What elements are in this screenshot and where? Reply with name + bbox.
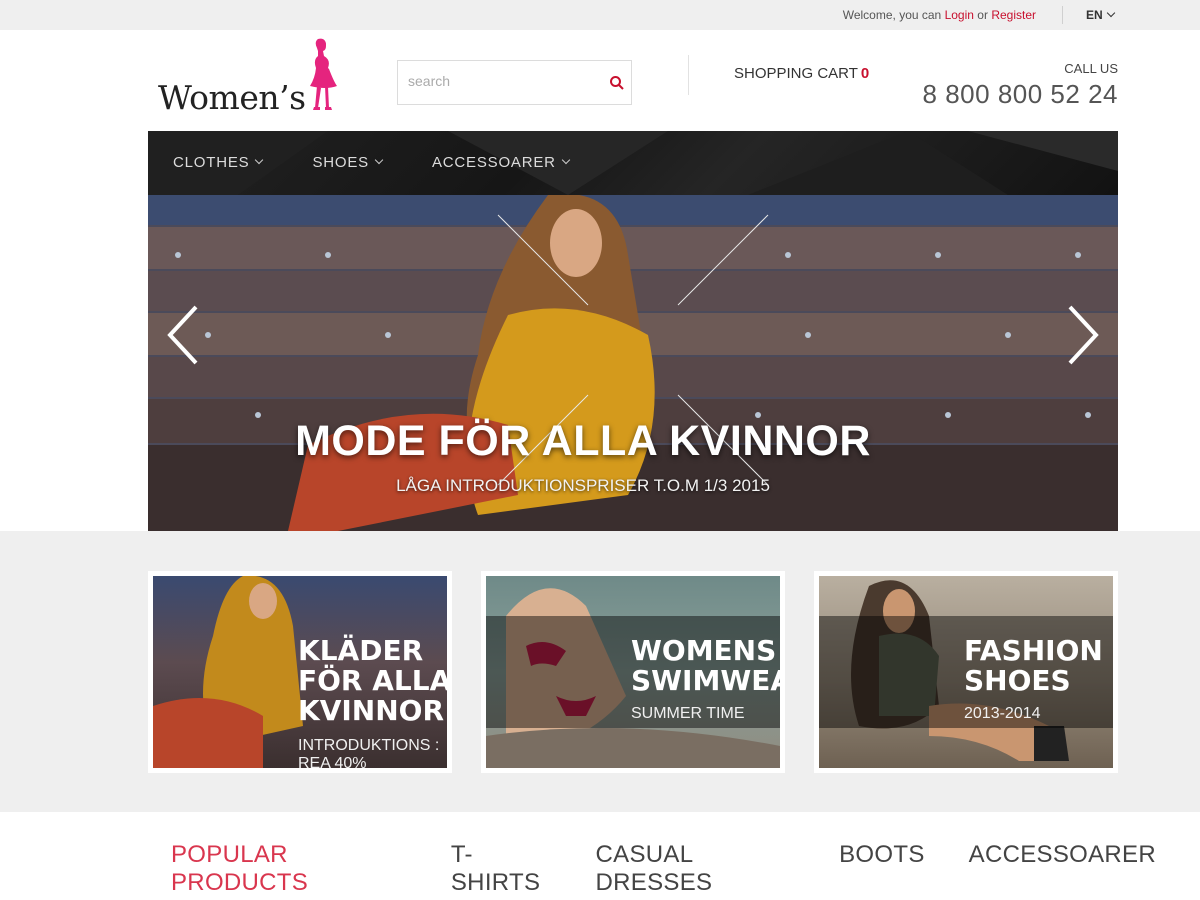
nav-menu: CLOTHES SHOES ACCESSOARER (173, 154, 619, 171)
promo-tag: 2013-2014 (964, 705, 1041, 722)
nav-item-accessoarer[interactable]: ACCESSOARER (431, 154, 571, 171)
hero-prev-button[interactable] (166, 305, 206, 365)
tab-t-shirts[interactable]: T-SHIRTS (451, 841, 552, 897)
welcome-text: Welcome, you can (842, 8, 942, 22)
nav-item-clothes[interactable]: CLOTHES (173, 154, 264, 171)
main-navigation: CLOTHES SHOES ACCESSOARER (148, 131, 1118, 195)
promo-card-clothes[interactable]: KLÄDER FÖR ALLA KVINNOR INTRODUKTIONS : … (148, 571, 452, 773)
promo-image: FASHION SHOES 2013-2014 (819, 576, 1113, 768)
nav-item-shoes[interactable]: SHOES (312, 154, 384, 171)
hero-slider: MODE FÖR ALLA KVINNOR LÅGA INTRODUKTIONS… (148, 195, 1118, 531)
chevron-down-icon (1106, 8, 1115, 18)
language-label: EN (1086, 8, 1103, 22)
search-box (397, 60, 632, 105)
promo-card-swimwear[interactable]: WOMENS SWIMWEAR SUMMER TIME (481, 571, 785, 773)
tab-boots[interactable]: BOOTS (839, 841, 925, 897)
promo-title: KLÄDER FÖR ALLA KVINNOR (298, 634, 447, 727)
hero-subtitle: LÅGA INTRODUKTIONSPRISER T.O.M 1/3 2015 (396, 476, 770, 495)
hero-title: MODE FÖR ALLA KVINNOR (295, 417, 871, 465)
tab-popular-products[interactable]: POPULAR PRODUCTS (171, 841, 407, 897)
cart-label: SHOPPING CART (734, 65, 858, 82)
phone-number: 8 800 800 52 24 (922, 79, 1118, 109)
register-link[interactable]: Register (991, 8, 1036, 22)
promo-image: WOMENS SWIMWEAR SUMMER TIME (486, 576, 780, 768)
nav-item-label: CLOTHES (173, 154, 250, 171)
search-input[interactable] (408, 73, 598, 89)
login-link[interactable]: Login (945, 8, 974, 22)
promo-card-shoes[interactable]: FASHION SHOES 2013-2014 (814, 571, 1118, 773)
woman-silhouette-icon (310, 38, 337, 110)
chevron-down-icon (255, 155, 264, 164)
site-logo[interactable]: Women’s (158, 38, 343, 117)
chevron-down-icon (374, 155, 384, 164)
call-us-label: CALL US (1064, 61, 1118, 76)
product-tabs: POPULAR PRODUCTS T-SHIRTS CASUAL DRESSES… (171, 841, 1200, 897)
logo-text: Women’s (158, 78, 306, 117)
chevron-right-icon (1068, 305, 1099, 365)
tab-casual-dresses[interactable]: CASUAL DRESSES (596, 841, 796, 897)
promo-tag: INTRODUKTIONS : REA 40% (298, 737, 440, 768)
language-selector[interactable]: EN (1086, 8, 1115, 22)
chevron-down-icon (561, 155, 571, 164)
promo-title: FASHION SHOES (964, 634, 1103, 697)
hero-next-button[interactable] (1060, 305, 1100, 365)
nav-item-label: SHOES (312, 154, 369, 171)
shopping-cart-link[interactable]: SHOPPING CART 0 (734, 65, 869, 82)
promo-tag: SUMMER TIME (631, 705, 745, 722)
promo-section: KLÄDER FÖR ALLA KVINNOR INTRODUKTIONS : … (0, 531, 1200, 812)
promo-title: WOMENS SWIMWEAR (631, 634, 780, 697)
topbar-divider (1062, 6, 1063, 24)
chevron-left-icon (167, 305, 198, 365)
or-text: or (977, 8, 988, 22)
promo-image: KLÄDER FÖR ALLA KVINNOR INTRODUKTIONS : … (153, 576, 447, 768)
search-icon[interactable] (609, 75, 625, 96)
header-divider (688, 55, 689, 95)
welcome-message: Welcome, you can Login or Register (843, 8, 1036, 22)
tab-accessoarer[interactable]: ACCESSOARER (969, 841, 1156, 897)
nav-item-label: ACCESSOARER (431, 154, 556, 171)
cart-count: 0 (860, 65, 870, 82)
top-bar: Welcome, you can Login or Register EN (0, 0, 1200, 30)
